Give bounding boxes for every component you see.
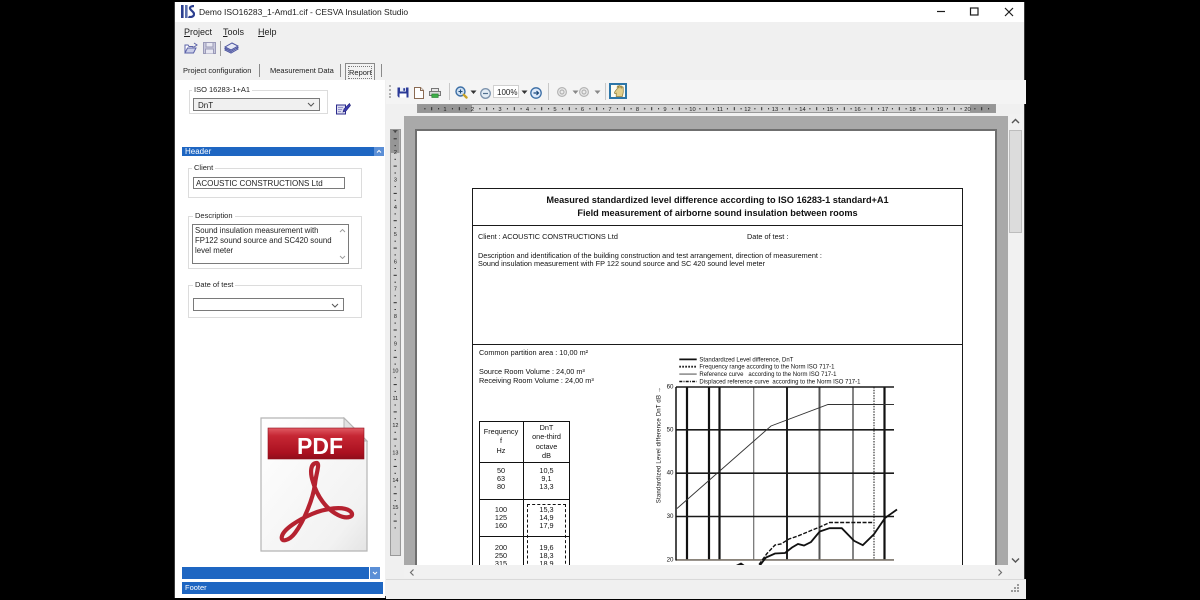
svg-text:10: 10 [392,369,398,375]
svg-text:10: 10 [689,107,695,113]
svg-text:13: 13 [772,107,778,113]
svg-text:8: 8 [636,107,639,113]
svg-text:13: 13 [392,451,398,457]
svg-text:16: 16 [854,107,860,113]
svg-text:Displaced reference curve acc: Displaced reference curve according to t… [699,379,861,385]
svg-text:3: 3 [498,107,501,113]
svg-text:2: 2 [471,107,474,113]
svg-text:1: 1 [443,107,446,113]
svg-text:15: 15 [827,107,833,113]
svg-text:19: 19 [937,107,943,113]
svg-text:7: 7 [608,107,611,113]
svg-text:40: 40 [667,469,674,476]
svg-text:15: 15 [392,505,398,511]
svg-text:Standardized Level difference,: Standardized Level difference, DnT [699,357,793,363]
svg-text:9: 9 [663,107,666,113]
svg-text:60: 60 [667,383,674,390]
svg-text:5: 5 [553,107,556,113]
svg-text:18: 18 [909,107,915,113]
svg-text:20: 20 [667,556,674,563]
svg-text:6: 6 [394,259,397,265]
svg-text:4: 4 [394,205,397,211]
svg-text:7: 7 [394,287,397,293]
svg-text:8: 8 [394,314,397,320]
svg-text:9: 9 [394,341,397,347]
svg-text:PDF: PDF [297,433,343,459]
svg-text:12: 12 [744,107,750,113]
svg-text:50: 50 [667,426,674,433]
svg-text:3: 3 [394,178,397,184]
svg-text:6: 6 [581,107,584,113]
svg-text:14: 14 [392,478,398,484]
svg-text:20: 20 [964,107,970,113]
svg-text:12: 12 [392,423,398,429]
svg-text:11: 11 [717,107,723,113]
svg-text:17: 17 [882,107,888,113]
svg-text:Standardized Level difference: Standardized Level difference DnT dB → [657,386,663,502]
svg-text:2: 2 [394,150,397,156]
svg-text:11: 11 [393,396,399,402]
svg-text:Frequency range according to t: Frequency range according to the Norm IS… [699,364,835,370]
svg-text:5: 5 [394,232,397,238]
svg-text:30: 30 [667,513,674,520]
svg-text:Reference curve according to: Reference curve according to the Norm IS… [699,372,837,378]
svg-text:14: 14 [799,107,806,113]
